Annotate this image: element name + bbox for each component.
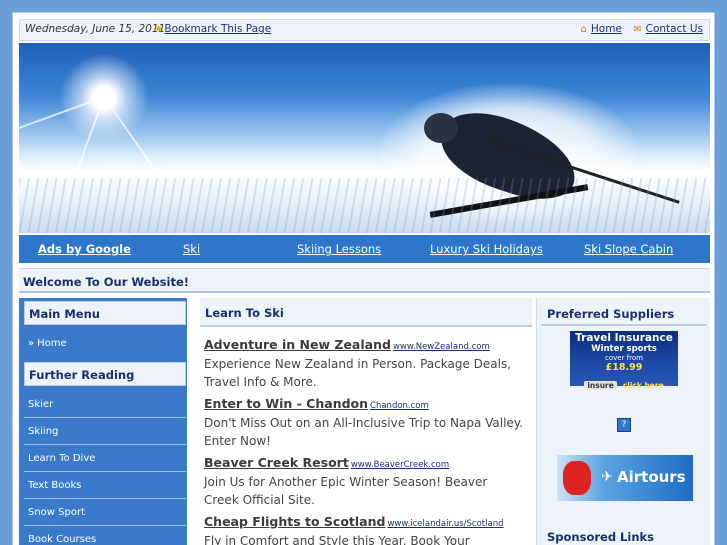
bookmark-label: Bookmark This Page xyxy=(164,23,272,35)
home-link[interactable]: Home xyxy=(591,23,622,35)
contact-link[interactable]: Contact Us xyxy=(646,23,703,35)
ad-url-link[interactable]: www.icelandair.us/Scotland xyxy=(387,519,503,529)
airtours-logo-text: Airtours xyxy=(617,468,686,486)
ad-links-bar: Ads by Google Ski Skiing Lessons Luxury … xyxy=(19,235,710,263)
ad-link-ski-slope-cabin[interactable]: Ski Slope Cabin xyxy=(584,242,673,256)
sponsored-links-heading: Sponsored Links xyxy=(547,530,655,544)
right-sidebar: Preferred Suppliers Travel Insurance Win… xyxy=(536,298,710,545)
menu-item-label: Home xyxy=(37,338,67,349)
home-icon: ⌂ xyxy=(580,24,587,35)
ad-title-link[interactable]: Enter to Win - Chandon xyxy=(204,396,368,411)
banner-line: cover from xyxy=(605,354,643,362)
banner-price: £18.99 xyxy=(605,362,643,373)
skier-icon xyxy=(563,461,591,495)
insure-logo: insure xyxy=(584,381,617,390)
menu-item-learn-to-dive[interactable]: Learn To Dive xyxy=(24,446,186,472)
banner-title: Travel Insurance xyxy=(575,332,673,344)
ad-link-luxury-ski-holidays[interactable]: Luxury Ski Holidays xyxy=(430,242,543,256)
left-sidebar: Main Menu » Home Further Reading Skier Sk… xyxy=(19,298,187,545)
menu-item-skier[interactable]: Skier xyxy=(24,392,186,418)
airtours-banner[interactable]: ✈ Airtours xyxy=(557,455,693,501)
envelope-icon: ✉ xyxy=(633,24,642,35)
menu-item-book-courses[interactable]: Book Courses xyxy=(24,527,186,545)
learn-to-ski-heading: Learn To Ski xyxy=(200,298,532,327)
ad-title-link[interactable]: Beaver Creek Resort xyxy=(204,455,349,470)
airtours-logo-icon: ✈ xyxy=(601,469,613,485)
question-mark-icon[interactable]: ? xyxy=(617,418,631,432)
page-container: Wednesday, June 15, 2011 ★Bookmark This … xyxy=(12,12,715,545)
star-icon: ★ xyxy=(154,23,164,35)
further-reading-heading: Further Reading xyxy=(24,362,186,386)
preferred-suppliers-heading: Preferred Suppliers xyxy=(541,300,707,326)
bookmark-link[interactable]: ★Bookmark This Page xyxy=(154,23,271,35)
banner-line: Winter sports xyxy=(591,344,657,354)
welcome-heading: Welcome To Our Website! xyxy=(19,268,710,293)
ad-block: Adventure in New Zealand www.NewZealand.c… xyxy=(204,334,524,391)
top-bar: Wednesday, June 15, 2011 ★Bookmark This … xyxy=(19,19,710,41)
current-date: Wednesday, June 15, 2011 xyxy=(25,23,166,35)
double-chevron-icon: » xyxy=(28,338,35,349)
skier-helmet xyxy=(424,113,458,143)
ad-block: Cheap Flights to Scotland www.icelandair.… xyxy=(204,511,524,545)
click-here-label: click here xyxy=(622,381,664,390)
menu-item-snow-sport[interactable]: Snow Sport xyxy=(24,500,186,526)
ski-banner-image xyxy=(19,43,710,233)
ad-title-link[interactable]: Adventure in New Zealand xyxy=(204,337,391,352)
ad-description: Fly in Comfort and Style this Year. Book… xyxy=(204,534,470,545)
ad-url-link[interactable]: www.NewZealand.com xyxy=(393,342,490,352)
travel-insurance-banner[interactable]: Travel Insurance Winter sports cover fro… xyxy=(570,331,678,390)
ad-url-link[interactable]: www.BeaverCreek.com xyxy=(351,460,449,470)
menu-item-home[interactable]: » Home xyxy=(24,331,186,357)
ad-description: Don't Miss Out on an All-Inclusive Trip … xyxy=(204,416,524,448)
ad-link-skiing-lessons[interactable]: Skiing Lessons xyxy=(297,242,381,256)
main-menu-heading: Main Menu xyxy=(24,301,186,325)
ad-description: Experience New Zealand in Person. Packag… xyxy=(204,357,512,389)
ad-url-link[interactable]: Chandon.com xyxy=(370,401,429,411)
snow-tracks xyxy=(19,178,710,233)
menu-item-skiing[interactable]: Skiing xyxy=(24,419,186,445)
main-content: Learn To Ski Adventure in New Zealand www… xyxy=(200,298,532,545)
ad-title-link[interactable]: Cheap Flights to Scotland xyxy=(204,514,385,529)
ad-description: Join Us for Another Epic Winter Season! … xyxy=(204,475,488,507)
ads-by-google-link[interactable]: Ads by Google xyxy=(38,242,131,256)
ad-link-ski[interactable]: Ski xyxy=(183,242,200,256)
top-links: ⌂ Home ✉ Contact Us xyxy=(573,23,703,35)
ad-block: Beaver Creek Resort www.BeaverCreek.com J… xyxy=(204,452,524,509)
ad-block: Enter to Win - Chandon Chandon.com Don't … xyxy=(204,393,524,450)
menu-item-text-books[interactable]: Text Books xyxy=(24,473,186,499)
